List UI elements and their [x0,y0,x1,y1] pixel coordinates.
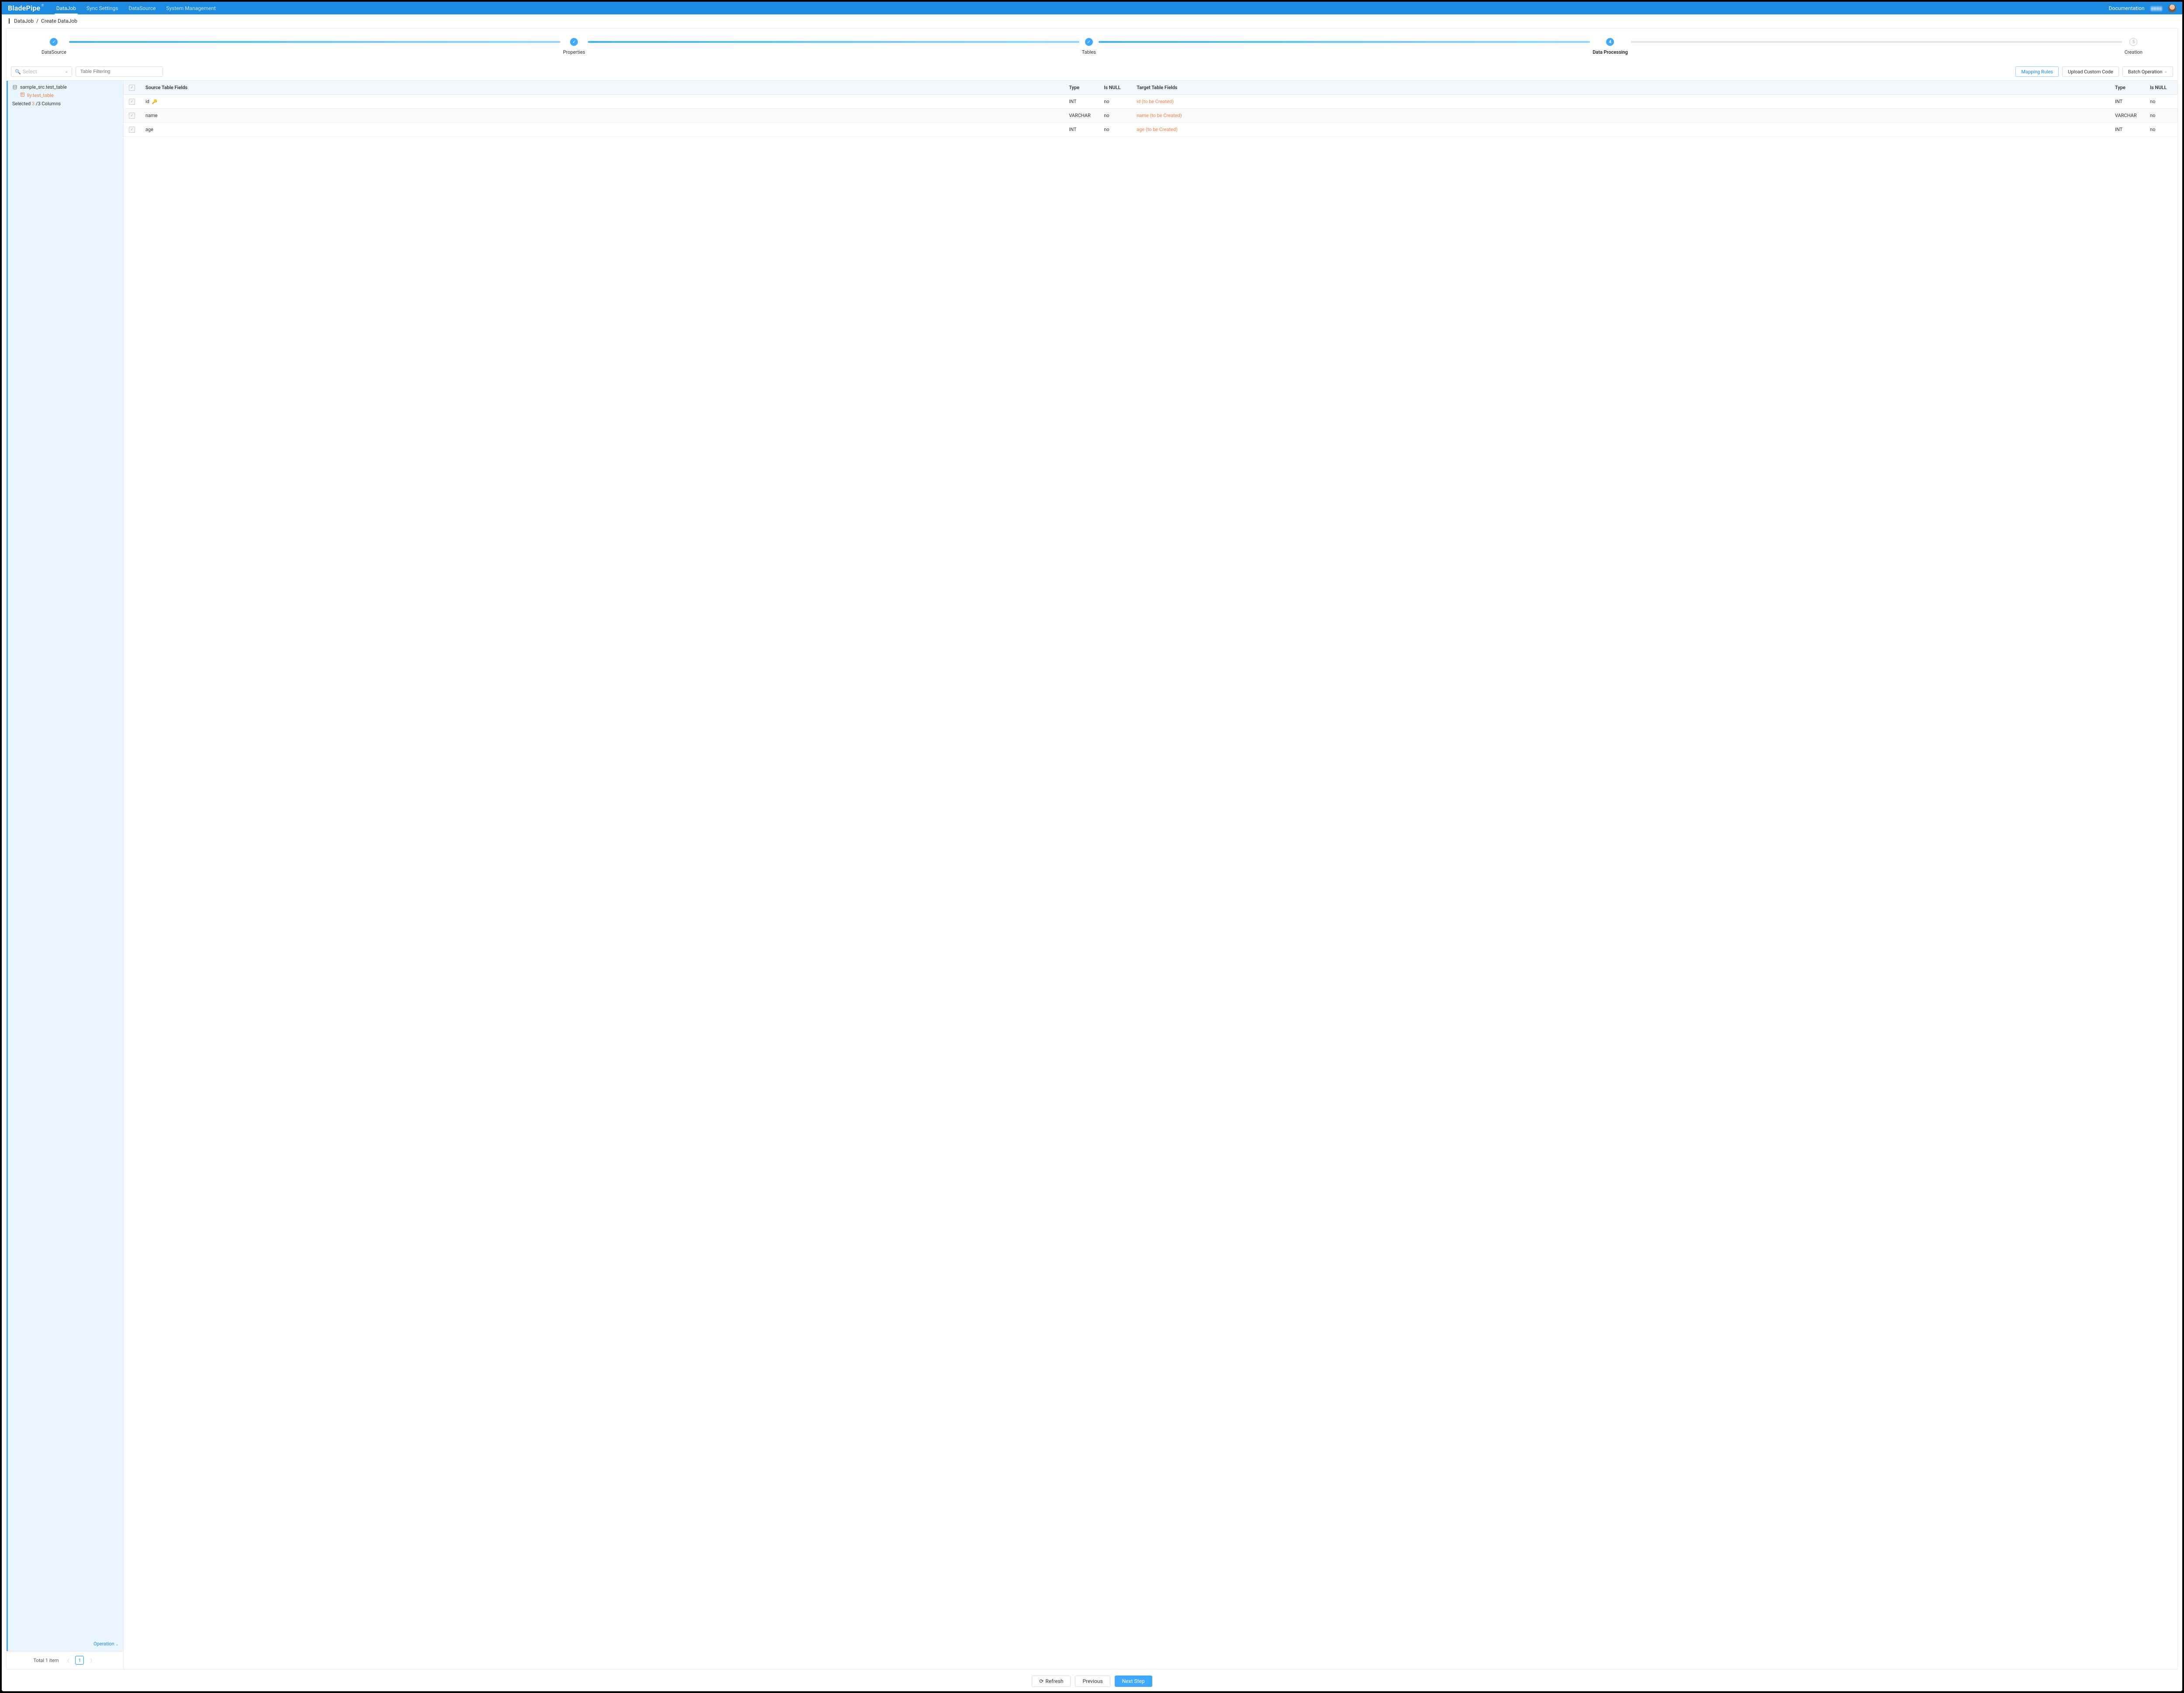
refresh-button[interactable]: ⟳Refresh [1032,1676,1071,1687]
th-type-2: Type [2110,81,2145,95]
target-field: name (to be Created) [1137,113,1182,118]
target-null: no [2145,109,2177,123]
step-1-icon [50,38,58,46]
step-5-icon: 5 [2129,38,2137,46]
mapping-rules-button[interactable]: Mapping Rules [2015,66,2059,77]
fields-tbody: id🔑 INT no id (to be Created) INT no nam… [124,95,2177,137]
avatar-icon[interactable] [2168,4,2176,12]
table-icon [20,92,25,98]
source-type: VARCHAR [1064,109,1099,123]
side-pagination: Total 1 item 〈 1 〉 [7,1651,123,1669]
primary-key-icon: 🔑 [152,100,157,104]
th-type: Type [1064,81,1099,95]
breadcrumb-marker-icon [9,18,10,24]
target-field: age (to be Created) [1137,127,1178,132]
source-null: no [1099,109,1131,123]
target-table-row: lly.test_table [20,92,119,98]
total-label: Total 1 item [34,1658,59,1663]
chevron-down-icon: ⌄ [2164,69,2167,74]
target-type: INT [2110,95,2145,109]
step-creation: 5 Creation [2125,38,2143,55]
th-is-null-2: Is NULL [2145,81,2177,95]
batch-operation-dropdown[interactable]: Batch Operation⌄ [2122,66,2173,77]
chevron-down-icon: ⌄ [65,69,68,74]
step-properties: Properties [563,38,585,55]
target-null: no [2145,123,2177,137]
table-filter-input[interactable] [76,66,163,77]
step-datasource: DataSource [41,38,66,55]
table-filter-field[interactable] [79,69,132,75]
step-3-icon [1085,38,1093,46]
row-checkbox[interactable] [129,99,135,105]
source-table-name: sample_src.test_table [20,84,67,90]
nav-datasource[interactable]: DataSource [123,2,161,14]
documentation-link[interactable]: Documentation [2109,5,2145,11]
step-4-icon: 4 [1606,38,1614,46]
database-icon [12,85,17,90]
step-bar-1 [69,41,560,43]
source-type: INT [1064,123,1099,137]
header-checkbox[interactable] [129,85,135,91]
target-table-name: lly.test_table [27,93,54,98]
table-card[interactable]: sample_src.test_table lly.test_table Sel… [7,81,123,1651]
row-checkbox[interactable] [129,127,135,133]
pager-prev[interactable]: 〈 [63,1657,71,1664]
source-field: name [140,109,1064,123]
source-null: no [1099,95,1131,109]
source-field: age [140,123,1064,137]
breadcrumb-current: Create DataJob [41,18,77,24]
breadcrumb-separator: / [36,18,38,24]
brand-reg: ® [41,3,44,7]
user-name-blurred: ▮▮▮▮ [2151,5,2162,11]
step-2-icon [570,38,578,46]
table-row: id🔑 INT no id (to be Created) INT no [124,95,2177,109]
target-type: INT [2110,123,2145,137]
topbar-right: Documentation ▮▮▮▮ [2109,2,2176,14]
pager-page-1[interactable]: 1 [75,1656,84,1665]
table-row: age INT no age (to be Created) INT no [124,123,2177,137]
breadcrumb-root[interactable]: DataJob [14,18,34,24]
th-source-fields: Source Table Fields [140,81,1064,95]
previous-button[interactable]: Previous [1075,1676,1110,1687]
source-field: id [145,99,149,104]
fields-table: Source Table Fields Type Is NULL Target … [124,81,2177,137]
next-step-button[interactable]: Next Step [1115,1676,1152,1687]
step-tables: Tables [1082,38,1096,55]
row-checkbox[interactable] [129,113,135,119]
fields-table-wrap: Source Table Fields Type Is NULL Target … [124,81,2177,1669]
operation-dropdown[interactable]: Operation ⌄ [93,1641,119,1647]
upload-custom-code-button[interactable]: Upload Custom Code [2062,66,2119,77]
toolbar: 🔍Select ⌄ Mapping Rules Upload Custom Co… [7,63,2177,80]
selected-columns-label: Selected 3 /3 Columns [12,101,119,107]
brand-name: BladePipe [8,4,40,12]
wizard-steps: DataSource Properties Tables 4 Data Proc… [7,28,2177,63]
table-row: name VARCHAR no name (to be Created) VAR… [124,109,2177,123]
target-type: VARCHAR [2110,109,2145,123]
th-is-null: Is NULL [1099,81,1131,95]
step-bar-3 [1099,41,1590,43]
th-target-fields: Target Table Fields [1131,81,2110,95]
nav-datajob[interactable]: DataJob [51,2,81,14]
pager-next[interactable]: 〉 [88,1657,96,1664]
source-null: no [1099,123,1131,137]
top-bar: BladePipe® DataJob Sync Settings DataSou… [2,2,2182,14]
breadcrumb: DataJob / Create DataJob [2,14,2182,28]
search-icon: 🔍 [15,69,21,75]
step-data-processing: 4 Data Processing [1593,38,1628,55]
source-type: INT [1064,95,1099,109]
wizard-footer: ⟳Refresh Previous Next Step [6,1669,2178,1691]
chevron-down-icon: ⌄ [115,1642,119,1647]
nav-sync-settings[interactable]: Sync Settings [81,2,124,14]
source-table-row: sample_src.test_table [12,84,119,90]
target-null: no [2145,95,2177,109]
step-bar-4 [1631,41,2122,43]
step-bar-2 [588,41,1079,43]
select-dropdown[interactable]: 🔍Select ⌄ [11,66,72,77]
tables-side-panel: sample_src.test_table lly.test_table Sel… [7,81,124,1669]
target-field: id (to be Created) [1137,99,1174,104]
nav-system-management[interactable]: System Management [161,2,221,14]
refresh-icon: ⟳ [1039,1678,1044,1684]
brand-logo: BladePipe® [8,2,44,14]
main-nav: DataJob Sync Settings DataSource System … [51,2,221,14]
